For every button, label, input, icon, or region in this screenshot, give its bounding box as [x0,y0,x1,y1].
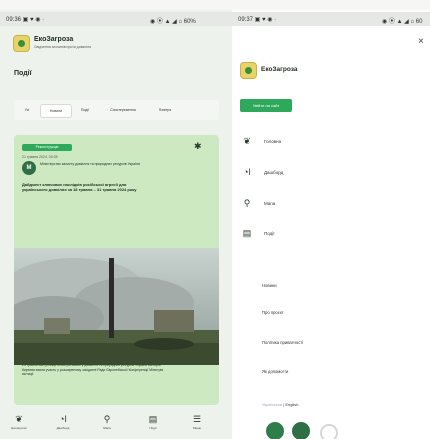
page-title: Події [14,70,32,77]
nav-map[interactable]: ⚲ Мапа [94,414,120,430]
social-icon-1[interactable] [266,422,284,439]
link-news[interactable]: Новини [262,283,277,288]
author-name: Міністерство захисту довкілля та природн… [40,162,140,166]
social-icon-3[interactable] [320,424,338,439]
nav-threats[interactable]: ❦ Екозагрози [6,414,32,430]
smoke-photo [14,248,219,365]
map-icon: ⚲ [243,198,251,208]
top-edge [0,0,232,10]
nav-menu[interactable]: ☰ Меню [184,414,210,430]
social-icon-2[interactable] [292,422,310,439]
link-help[interactable]: Як допомогти [262,369,288,374]
link-privacy[interactable]: Політика приватності [262,340,303,345]
card-caption: 24 травня заступниця Міністра захисту до… [22,363,164,377]
filter-air[interactable]: Повітря [150,104,180,116]
menu-icon: ☰ [192,414,202,424]
map-icon: ⚲ [103,414,111,424]
chart-icon: ◔ǀ [243,167,251,177]
lang-ukrainian[interactable]: Українська [262,402,282,407]
pin-icon[interactable]: ✱ [194,141,202,152]
filter-observations[interactable]: Спостереження [100,104,146,116]
menu-home[interactable]: ❦ Головна [240,132,430,152]
brand-name[interactable]: ЕкоЗагроза [34,36,73,43]
events-screen: 09:36 ▣ ♥ ◉ · ◉ ⦿ ▲ ◢ ⌂ 60% ЕкоЗагроза С… [0,0,232,439]
brand-name[interactable]: ЕкоЗагроза [261,66,297,73]
leaf-icon: ❦ [15,414,23,424]
app-logo-icon[interactable] [13,35,30,52]
status-icons: ◉ ⦿ ▲ ◢ ⌂ 60% [150,19,196,25]
filter-all[interactable]: Усі [18,104,36,116]
nav-dashboard[interactable]: ◔ǀ Дашборд [50,414,76,430]
leaf-icon: ❦ [243,136,251,146]
language-switch: Українська | English [262,402,298,407]
status-time: 09:37 ▣ ♥ ◉ · [238,17,277,23]
lang-english[interactable]: English [285,402,298,407]
filter-news[interactable]: Новини [40,104,72,118]
link-about[interactable]: Про проєкт [262,310,284,315]
login-button[interactable]: Увійти на сайт [240,99,292,112]
category-badge: Реконструкція [22,144,72,151]
events-icon: ▤ [242,228,252,238]
menu-events[interactable]: ▤ Події [240,224,430,244]
menu-map[interactable]: ⚲ Мапа [240,194,430,214]
card-title[interactable]: Дайджест ключових наслідків російської а… [22,182,152,192]
app-logo-icon[interactable] [240,62,257,79]
news-photo[interactable] [14,248,219,365]
status-time: 09:36 ▣ ♥ ◉ · [6,17,45,23]
menu-screen: 09:37 ▣ ♥ ◉ · ◉ ⦿ ▲ ◢ ⌂ 60 × ЕкоЗагроза … [232,0,430,439]
status-bar: 09:37 ▣ ♥ ◉ · ◉ ⦿ ▲ ◢ ⌂ 60 [232,12,430,26]
chart-icon: ◔ǀ [59,414,67,424]
status-icons: ◉ ⦿ ▲ ◢ ⌂ 60 [382,19,423,25]
card-date: 21 травня 2024, 09:35 [22,155,58,159]
close-icon[interactable]: × [418,36,424,47]
top-edge [232,0,430,10]
author-avatar: M [22,161,36,175]
menu-dashboard[interactable]: ◔ǀ Дашборд [240,163,430,183]
status-bar: 09:36 ▣ ♥ ◉ · ◉ ⦿ ▲ ◢ ⌂ 60% [0,12,232,26]
events-icon: ▤ [148,414,158,424]
nav-events[interactable]: ▤ Події [140,414,166,430]
brand-tagline: Свідчення злочинів проти довкілля [34,45,91,49]
bottom-nav: ❦ Екозагрози ◔ǀ Дашборд ⚲ Мапа ▤ Події ☰… [0,409,232,439]
filter-events[interactable]: Події [74,104,96,116]
